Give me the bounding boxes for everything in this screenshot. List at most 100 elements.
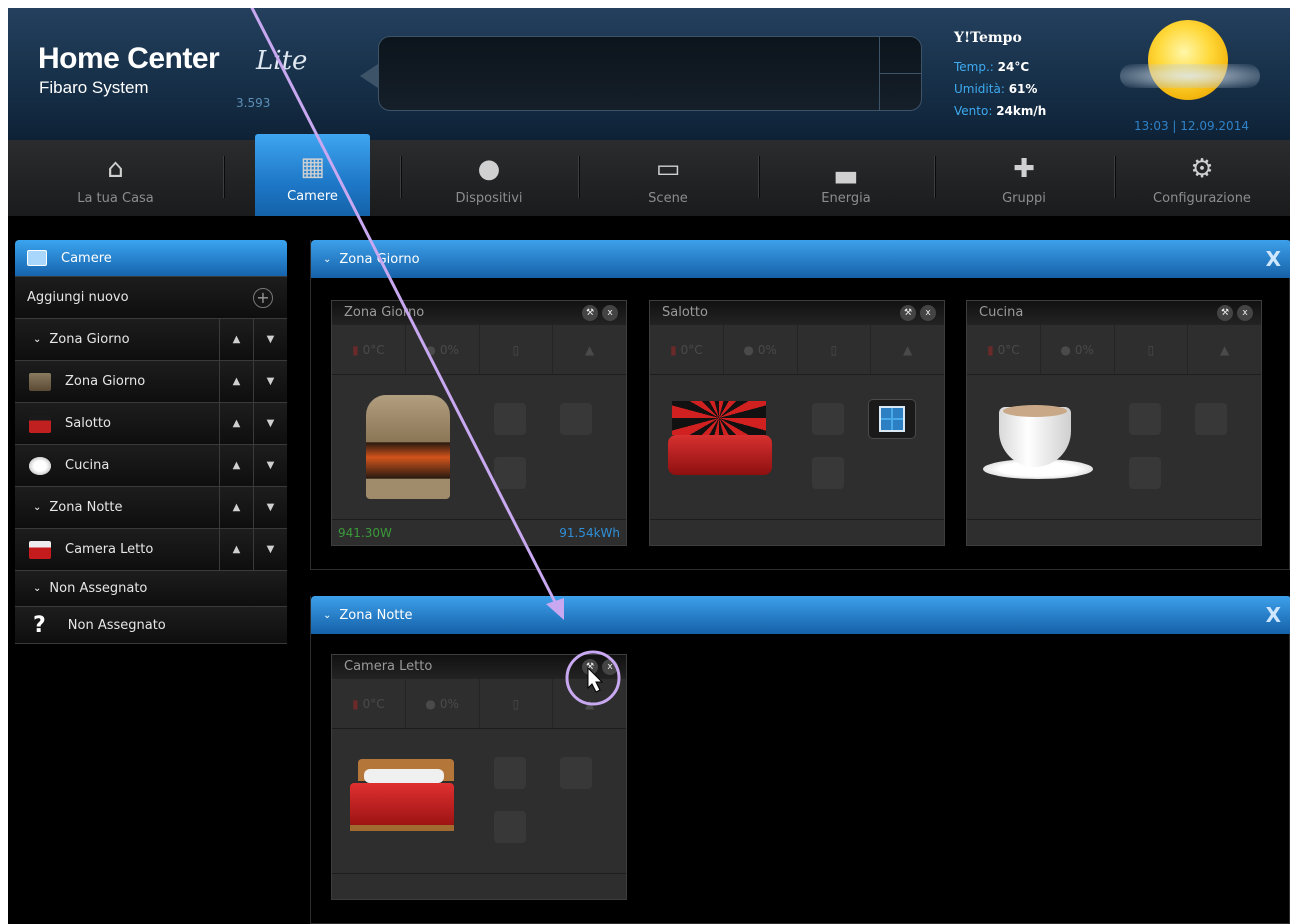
sidebar-room-non-assegnato[interactable]: ? Non Assegnato: [15, 606, 287, 644]
wrench-icon[interactable]: ⚒: [582, 305, 598, 321]
door-sensor-icon: ▲: [1220, 342, 1230, 357]
room-stats: ▮ 0°C ● 0% ▯ ▲: [650, 325, 944, 375]
version-label: 3.593: [236, 96, 271, 110]
lightbulb-icon: [494, 403, 526, 435]
fireplace-icon: [29, 372, 51, 391]
delete-room-button[interactable]: x: [602, 659, 618, 675]
move-down-button[interactable]: ▼: [253, 529, 287, 570]
energy-value: 91.54kWh: [559, 525, 620, 540]
door-sensor-icon: ▲: [585, 696, 595, 711]
room-card-cucina[interactable]: Cucina ⚒ x ▮ 0°C ● 0% ▯ ▲: [966, 300, 1262, 546]
sofa-icon: [668, 401, 772, 481]
sidebar-room-camera-letto[interactable]: Camera Letto ▲ ▼: [15, 528, 287, 570]
room-title: Zona Giorno ⚒ x: [332, 301, 626, 325]
wrench-icon[interactable]: ⚒: [1217, 305, 1233, 321]
nav-dispositivi[interactable]: ● Dispositivi: [400, 140, 578, 216]
temperature-stat: ▮ 0°C: [332, 325, 406, 374]
drops-icon: ●: [1060, 342, 1071, 357]
sidebar-section-non-assegnato[interactable]: ⌄ Non Assegnato: [15, 570, 287, 606]
wrench-icon[interactable]: ⚒: [582, 659, 598, 675]
move-up-button[interactable]: ▲: [219, 529, 253, 570]
nav-camere[interactable]: ▦ Camere: [255, 134, 370, 216]
fireplace-icon: [366, 395, 450, 499]
room-card-camera-letto[interactable]: Camera Letto ⚒ x ▮ 0°C ● 0% ▯ ▲: [331, 654, 627, 900]
move-down-button[interactable]: ▼: [253, 403, 287, 444]
door-sensor-icon: ▲: [585, 342, 595, 357]
delete-room-button[interactable]: x: [920, 305, 936, 321]
rooms-icon: [27, 250, 47, 266]
delete-room-button[interactable]: x: [602, 305, 618, 321]
move-down-button[interactable]: ▼: [253, 319, 287, 360]
weather-provider: Y!Tempo: [954, 30, 1022, 46]
nav-scene[interactable]: ▭ Scene: [578, 140, 758, 216]
puzzle-icon: ✚: [1013, 154, 1035, 184]
room-title: Salotto ⚒ x: [650, 301, 944, 325]
lightbulb-icon: [812, 403, 844, 435]
move-up-button[interactable]: ▲: [219, 487, 253, 528]
logo-title: Home Center: [38, 42, 220, 75]
weather-temp: Temp.: 24°C: [954, 60, 1030, 74]
nav-configurazione[interactable]: ⚙ Configurazione: [1114, 140, 1290, 216]
move-down-button[interactable]: ▼: [253, 487, 287, 528]
power-value: 941.30W: [338, 525, 392, 540]
door-sensor-icon: ▲: [903, 342, 913, 357]
nav-la-tua-casa[interactable]: ⌂ La tua Casa: [8, 140, 223, 216]
move-up-button[interactable]: ▲: [219, 319, 253, 360]
room-title: Camera Letto ⚒ x: [332, 655, 626, 679]
coffee-cup-icon: [29, 456, 51, 475]
coffee-cup-icon: [983, 403, 1093, 483]
move-down-button[interactable]: ▼: [253, 361, 287, 402]
nav-energia[interactable]: ▃ Energia: [758, 140, 934, 216]
bed-icon: [350, 759, 454, 839]
room-stats: ▮ 0°C ● 0% ▯ ▲: [967, 325, 1261, 375]
lightbulb-icon: [1129, 403, 1161, 435]
window-sensor-icon: ▯: [480, 325, 554, 374]
sidebar-room-zona-giorno[interactable]: Zona Giorno ▲ ▼: [15, 360, 287, 402]
chevron-down-icon: ⌄: [33, 583, 42, 594]
sidebar-section-zona-notte[interactable]: ⌄ Zona Notte ▲ ▼: [15, 486, 287, 528]
zone-title: Zona Notte: [339, 607, 413, 623]
humidity-stat: ● 0%: [1041, 325, 1115, 374]
room-title: Cucina ⚒ x: [967, 301, 1261, 325]
thermometer-icon: ▮: [987, 342, 994, 357]
window-sensor-icon: ▯: [1115, 325, 1189, 374]
add-new-room[interactable]: Aggiungi nuovo +: [15, 276, 287, 318]
humidity-stat: ● 0%: [724, 325, 798, 374]
nav-gruppi[interactable]: ✚ Gruppi: [934, 140, 1114, 216]
zone-header[interactable]: ⌄ Zona Giorno X: [311, 240, 1290, 278]
humidity-stat: ● 0%: [406, 679, 480, 728]
close-zone-button[interactable]: X: [1266, 603, 1281, 627]
move-up-button[interactable]: ▲: [219, 445, 253, 486]
temperature-stat: ▮ 0°C: [967, 325, 1041, 374]
header: Home Center Fibaro System Lite 3.593 Y!T…: [8, 8, 1290, 140]
delete-room-button[interactable]: x: [1237, 305, 1253, 321]
window-blind-button[interactable]: [868, 399, 916, 439]
move-up-button[interactable]: ▲: [219, 361, 253, 402]
sidebar-room-salotto[interactable]: Salotto ▲ ▼: [15, 402, 287, 444]
room-footer: [332, 873, 626, 899]
room-card-salotto[interactable]: Salotto ⚒ x ▮ 0°C ● 0% ▯ ▲: [649, 300, 945, 546]
move-down-button[interactable]: ▼: [253, 445, 287, 486]
zone-header[interactable]: ⌄ Zona Notte X: [311, 596, 1290, 634]
temperature-stat: ▮ 0°C: [332, 679, 406, 728]
wrench-icon[interactable]: ⚒: [900, 305, 916, 321]
lightbulb-icon: [494, 757, 526, 789]
logo-subtitle: Fibaro System: [39, 78, 149, 97]
clapperboard-icon: ▭: [655, 154, 681, 184]
sidebar-header: Camere: [15, 240, 287, 276]
sidebar-room-cucina[interactable]: Cucina ▲ ▼: [15, 444, 287, 486]
move-up-button[interactable]: ▲: [219, 403, 253, 444]
footsteps-icon: [494, 457, 526, 489]
weather-wind: Vento: 24km/h: [954, 104, 1047, 118]
app-window: Home Center Fibaro System Lite 3.593 Y!T…: [8, 8, 1290, 924]
switch-icon: [1195, 403, 1227, 435]
switch-icon: [560, 757, 592, 789]
sidebar-section-zona-giorno[interactable]: ⌄ Zona Giorno ▲ ▼: [15, 318, 287, 360]
close-zone-button[interactable]: X: [1266, 247, 1281, 271]
room-card-zona-giorno[interactable]: Zona Giorno ⚒ x ▮ 0°C ● 0% ▯ ▲ 941.30W 91.5…: [331, 300, 627, 546]
rooms-icon: ▦: [300, 152, 325, 182]
drops-icon: ●: [425, 696, 436, 711]
plus-icon[interactable]: +: [253, 287, 273, 308]
room-stats: ▮ 0°C ● 0% ▯ ▲: [332, 325, 626, 375]
chevron-down-icon: ⌄: [33, 502, 42, 513]
